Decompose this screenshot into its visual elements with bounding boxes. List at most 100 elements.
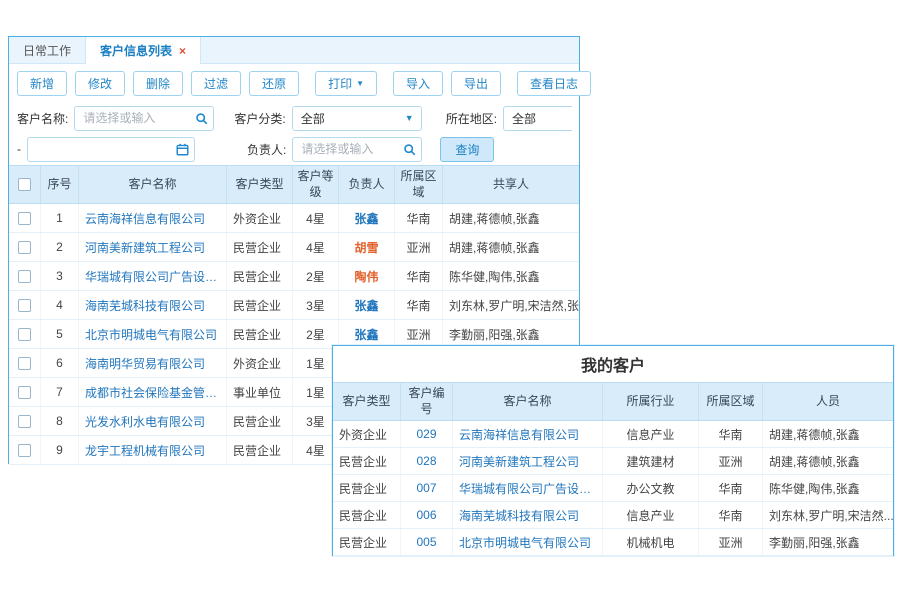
view-log-button[interactable]: 查看日志 — [517, 71, 591, 96]
tab-customer-list-label: 客户信息列表 — [100, 42, 172, 59]
people-cell: 李勤丽,阳强,张鑫 — [763, 529, 893, 555]
customer-name-link[interactable]: 云南海祥信息有限公司 — [85, 210, 205, 227]
date-input-wrap — [27, 137, 195, 162]
customer-name-link[interactable]: 光发水利水电有限公司 — [85, 413, 205, 430]
row-index: 6 — [41, 349, 79, 377]
filter-row-1: 客户名称: 客户分类: 全部 ▼ 所在地区: 全部 — [9, 103, 579, 133]
customer-name-cell: 海南芜城科技有限公司 — [453, 502, 603, 528]
owner-cell: 胡雪 — [339, 233, 395, 261]
table-row: 民营企业028河南美新建筑工程公司建筑建材亚洲胡建,蒋德帧,张鑫 — [333, 448, 893, 475]
customer-code-link[interactable]: 006 — [416, 508, 436, 522]
customer-level-cell: 2星 — [293, 320, 339, 348]
customer-code-link[interactable]: 029 — [416, 427, 436, 441]
customer-name-cell: 云南海祥信息有限公司 — [79, 204, 227, 232]
col-header-customer-type: 客户类型 — [333, 383, 401, 420]
row-checkbox[interactable] — [18, 270, 31, 283]
row-checkbox[interactable] — [18, 415, 31, 428]
customer-type-cell: 外资企业 — [333, 421, 401, 447]
row-index: 3 — [41, 262, 79, 290]
date-range-dash: - — [17, 142, 21, 156]
customer-name-cell: 海南芜城科技有限公司 — [79, 291, 227, 319]
customer-name-link[interactable]: 成都市社会保险基金管理... — [85, 384, 220, 401]
import-button[interactable]: 导入 — [393, 71, 443, 96]
my-customers-body: 外资企业029云南海祥信息有限公司信息产业华南胡建,蒋德帧,张鑫民营企业028河… — [333, 421, 893, 556]
search-icon[interactable] — [195, 112, 208, 125]
select-all-checkbox[interactable] — [18, 178, 31, 191]
tab-customer-list[interactable]: 客户信息列表 × — [85, 37, 201, 64]
customer-name-cell: 华瑞城有限公司广告设计部 — [453, 475, 603, 501]
col-header-owner: 负责人 — [339, 166, 395, 203]
customer-name-cell: 河南美新建筑工程公司 — [453, 448, 603, 474]
row-checkbox[interactable] — [18, 328, 31, 341]
table-row: 民营企业006海南芜城科技有限公司信息产业华南刘东林,罗广明,宋洁然... — [333, 502, 893, 529]
owner-link[interactable]: 张鑫 — [354, 326, 378, 343]
region-cell: 华南 — [395, 204, 443, 232]
owner-link[interactable]: 胡雪 — [354, 239, 378, 256]
people-cell: 陈华健,陶伟,张鑫 — [763, 475, 893, 501]
tab-daily-work-label: 日常工作 — [23, 42, 71, 59]
delete-button[interactable]: 删除 — [133, 71, 183, 96]
edit-button[interactable]: 修改 — [75, 71, 125, 96]
region-filter-label: 所在地区: — [446, 110, 497, 127]
row-checkbox[interactable] — [18, 212, 31, 225]
col-header-people: 人员 — [763, 383, 893, 420]
customer-name-input[interactable] — [75, 107, 213, 130]
customer-name-link[interactable]: 云南海祥信息有限公司 — [459, 426, 579, 443]
tab-daily-work[interactable]: 日常工作 — [9, 37, 85, 63]
row-checkbox[interactable] — [18, 299, 31, 312]
calendar-icon[interactable] — [176, 143, 189, 156]
customer-code-link[interactable]: 007 — [416, 481, 436, 495]
row-checkbox[interactable] — [18, 357, 31, 370]
customer-name-link[interactable]: 华瑞城有限公司广告设计部 — [85, 268, 220, 285]
customer-name-link[interactable]: 河南美新建筑工程公司 — [459, 453, 579, 470]
owner-link[interactable]: 张鑫 — [354, 210, 378, 227]
customer-code-link[interactable]: 005 — [416, 535, 436, 549]
query-button[interactable]: 查询 — [440, 137, 494, 162]
row-checkbox[interactable] — [18, 444, 31, 457]
select-all-cell — [9, 166, 41, 203]
customer-name-filter-label: 客户名称: — [17, 110, 68, 127]
customer-code-cell: 006 — [401, 502, 453, 528]
customer-name-link[interactable]: 海南明华贸易有限公司 — [85, 355, 205, 372]
filter-button-label: 过滤 — [204, 75, 228, 92]
print-button[interactable]: 打印▼ — [315, 71, 377, 96]
owner-link[interactable]: 张鑫 — [354, 297, 378, 314]
customer-name-link[interactable]: 华瑞城有限公司广告设计部 — [459, 480, 596, 497]
shared-cell: 胡建,蒋德帧,张鑫 — [443, 204, 579, 232]
date-input[interactable] — [28, 138, 194, 161]
people-cell: 胡建,蒋德帧,张鑫 — [763, 448, 893, 474]
toolbar: 新增 修改 删除 过滤 还原 打印▼ 导入 导出 查看日志 — [9, 64, 579, 103]
customer-name-link[interactable]: 河南美新建筑工程公司 — [85, 239, 205, 256]
region-cell: 亚洲 — [699, 529, 763, 555]
customer-type-cell: 事业单位 — [227, 378, 293, 406]
customer-name-link[interactable]: 北京市明城电气有限公司 — [85, 326, 217, 343]
region-select[interactable]: 全部 — [503, 106, 572, 131]
row-checkbox-cell — [9, 291, 41, 319]
customer-type-cell: 民营企业 — [227, 320, 293, 348]
customer-name-link[interactable]: 北京市明城电气有限公司 — [459, 534, 591, 551]
customer-name-link[interactable]: 海南芜城科技有限公司 — [85, 297, 205, 314]
customer-type-cell: 民营企业 — [333, 529, 401, 555]
customer-level-cell: 3星 — [293, 291, 339, 319]
customer-code-cell: 007 — [401, 475, 453, 501]
restore-button[interactable]: 还原 — [249, 71, 299, 96]
customer-name-cell: 云南海祥信息有限公司 — [453, 421, 603, 447]
export-button[interactable]: 导出 — [451, 71, 501, 96]
row-checkbox[interactable] — [18, 241, 31, 254]
category-select[interactable]: 全部 ▼ — [292, 106, 422, 131]
add-button[interactable]: 新增 — [17, 71, 67, 96]
region-cell: 亚洲 — [699, 448, 763, 474]
owner-input[interactable] — [293, 138, 421, 161]
close-icon[interactable]: × — [179, 45, 186, 57]
search-icon[interactable] — [403, 143, 416, 156]
customer-name-link[interactable]: 海南芜城科技有限公司 — [459, 507, 579, 524]
filter-button[interactable]: 过滤 — [191, 71, 241, 96]
row-checkbox-cell — [9, 407, 41, 435]
customer-type-cell: 民营企业 — [227, 291, 293, 319]
table-row: 民营企业005北京市明城电气有限公司机械机电亚洲李勤丽,阳强,张鑫 — [333, 529, 893, 556]
owner-cell: 陶伟 — [339, 262, 395, 290]
customer-name-link[interactable]: 龙宇工程机械有限公司 — [85, 442, 205, 459]
owner-link[interactable]: 陶伟 — [354, 268, 378, 285]
row-checkbox[interactable] — [18, 386, 31, 399]
customer-code-link[interactable]: 028 — [416, 454, 436, 468]
